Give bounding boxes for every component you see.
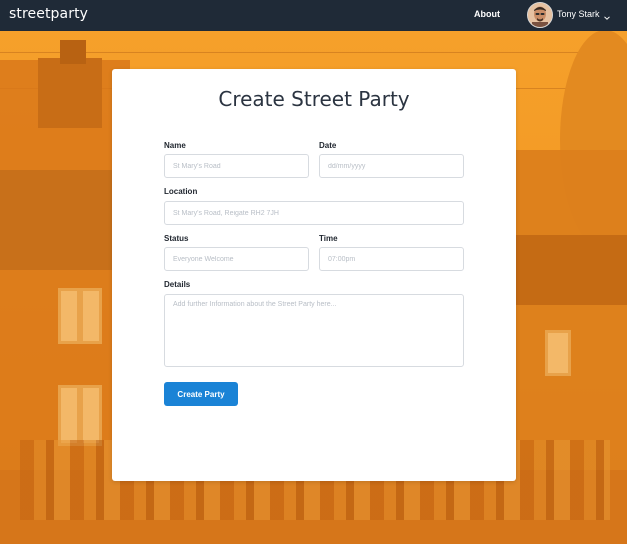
navbar: streetparty About Tony Stark xyxy=(0,0,627,31)
name-input[interactable] xyxy=(164,154,309,178)
details-textarea[interactable] xyxy=(164,294,464,367)
name-label: Name xyxy=(164,141,186,150)
chevron-down-icon[interactable] xyxy=(603,9,611,20)
page-title: Create Street Party xyxy=(218,87,410,111)
nav-about-link[interactable]: About xyxy=(474,9,500,19)
page: streetparty About Tony Stark Create Stre… xyxy=(0,0,627,544)
time-input[interactable] xyxy=(319,247,464,271)
status-input[interactable] xyxy=(164,247,309,271)
date-label: Date xyxy=(319,141,337,150)
date-input[interactable] xyxy=(319,154,464,178)
location-label: Location xyxy=(164,187,198,196)
details-label: Details xyxy=(164,280,191,289)
time-label: Time xyxy=(319,234,338,243)
user-name[interactable]: Tony Stark xyxy=(557,9,600,19)
brand-logo[interactable]: streetparty xyxy=(9,6,88,22)
create-party-card: Create Street Party Name Date Location S… xyxy=(112,69,516,481)
status-label: Status xyxy=(164,234,189,243)
avatar[interactable] xyxy=(527,2,553,28)
location-input[interactable] xyxy=(164,201,464,225)
create-party-button[interactable]: Create Party xyxy=(164,382,238,406)
